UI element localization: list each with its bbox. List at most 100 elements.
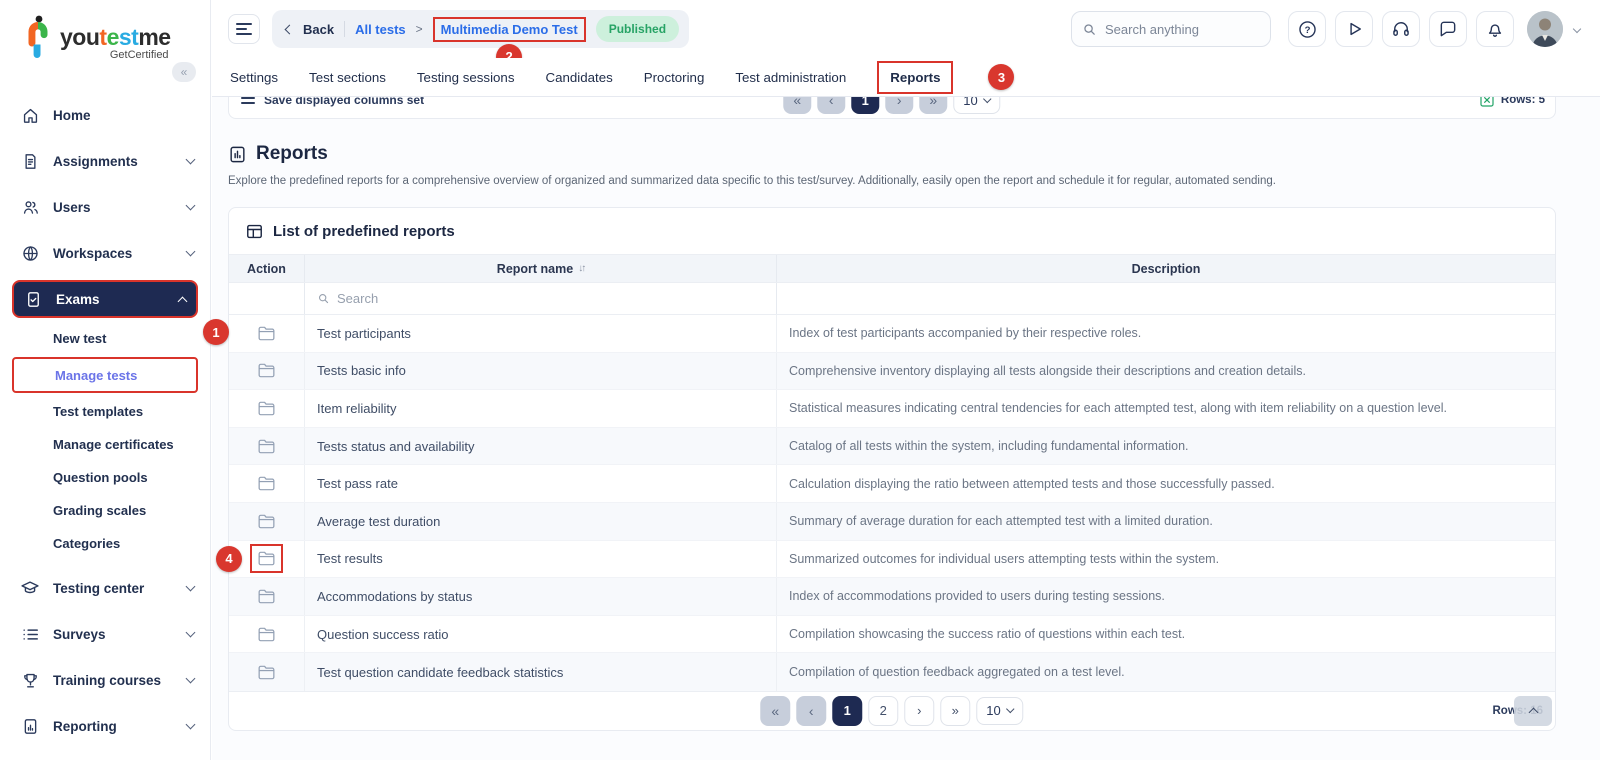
breadcrumb-current-test-link[interactable]: Multimedia Demo Test bbox=[441, 22, 578, 37]
assignments-icon bbox=[20, 151, 40, 171]
sidebar-item-testing-center[interactable]: Testing center bbox=[0, 565, 210, 611]
sidebar-item-question-pools[interactable]: Question pools bbox=[0, 461, 210, 494]
exam-icon bbox=[23, 289, 43, 309]
tab-label: Candidates bbox=[545, 70, 612, 85]
tab-settings[interactable]: Settings bbox=[230, 70, 278, 85]
table-row[interactable]: Test participants Index of test particip… bbox=[229, 315, 1555, 353]
annotation-step-3: 3 bbox=[988, 64, 1014, 90]
tab-proctoring[interactable]: Proctoring bbox=[644, 70, 705, 85]
table-row[interactable]: Test question candidate feedback statist… bbox=[229, 653, 1555, 691]
sidebar-item-categories[interactable]: Categories bbox=[0, 527, 210, 560]
save-columns-button[interactable]: Save displayed columns set bbox=[241, 97, 424, 107]
table-row[interactable]: Question success ratio Compilation showc… bbox=[229, 616, 1555, 654]
sidebar-item-surveys[interactable]: Surveys bbox=[0, 611, 210, 657]
open-report-button[interactable] bbox=[257, 513, 276, 530]
open-report-button[interactable] bbox=[257, 438, 276, 455]
search-input[interactable] bbox=[1105, 22, 1255, 37]
sidebar-item-exams[interactable]: Exams bbox=[12, 280, 198, 318]
sidebar-item-label: Exams bbox=[56, 292, 166, 307]
table-row[interactable]: Tests status and availability Catalog of… bbox=[229, 428, 1555, 466]
report-name: Item reliability bbox=[305, 390, 777, 427]
pagination-prev-button[interactable]: ‹ bbox=[817, 97, 845, 114]
divider bbox=[344, 21, 345, 37]
column-label: Report name bbox=[497, 262, 573, 276]
table-row-test-results[interactable]: 4 Test results Summarized outcomes for i… bbox=[229, 541, 1555, 579]
report-description: Compilation of question feedback aggrega… bbox=[777, 665, 1555, 679]
table-row[interactable]: Item reliability Statistical measures in… bbox=[229, 390, 1555, 428]
open-report-button[interactable]: 4 bbox=[250, 544, 283, 573]
open-report-button[interactable] bbox=[257, 362, 276, 379]
sidebar-item-training-courses[interactable]: Training courses bbox=[0, 657, 210, 703]
help-button[interactable]: ? bbox=[1288, 11, 1326, 47]
trophy-icon bbox=[20, 670, 40, 690]
tab-testing-sessions[interactable]: Testing sessions bbox=[417, 70, 515, 85]
table-header-row: Action Report name ↓↑ Description bbox=[229, 254, 1555, 283]
sidebar-collapse-button[interactable]: « bbox=[172, 62, 196, 82]
excel-export-icon[interactable] bbox=[1479, 97, 1495, 108]
open-report-button[interactable] bbox=[257, 400, 276, 417]
messages-button[interactable] bbox=[1429, 11, 1467, 47]
pagination-last-button[interactable]: » bbox=[940, 696, 970, 726]
pagination-page-1-button[interactable]: 1 bbox=[851, 97, 879, 114]
sidebar-item-home[interactable]: Home bbox=[0, 92, 210, 138]
scroll-to-top-button[interactable] bbox=[1514, 696, 1552, 726]
report-name-search-input[interactable] bbox=[337, 291, 537, 306]
sidebar-item-reporting[interactable]: Reporting bbox=[0, 703, 210, 749]
sidebar-item-users[interactable]: Users bbox=[0, 184, 210, 230]
sidebar-item-assignments[interactable]: Assignments bbox=[0, 138, 210, 184]
page-size-select[interactable]: 10 bbox=[953, 97, 1000, 114]
hamburger-menu-button[interactable] bbox=[228, 14, 260, 44]
help-icon: ? bbox=[1297, 19, 1318, 40]
avatar[interactable] bbox=[1527, 11, 1563, 47]
home-icon bbox=[20, 105, 40, 125]
chevron-down-icon bbox=[186, 674, 196, 684]
sort-icon[interactable]: ↓↑ bbox=[578, 263, 584, 274]
sidebar-item-grading-scales[interactable]: Grading scales bbox=[0, 494, 210, 527]
sidebar-item-test-templates[interactable]: Test templates bbox=[0, 395, 210, 428]
sidebar: youtestme GetCertified « Home Assignment… bbox=[0, 0, 211, 760]
tutorials-button[interactable] bbox=[1335, 11, 1373, 47]
report-name: Accommodations by status bbox=[305, 578, 777, 615]
breadcrumb-all-tests-link[interactable]: All tests bbox=[355, 22, 406, 37]
pagination-next-button[interactable]: › bbox=[885, 97, 913, 114]
support-button[interactable] bbox=[1382, 11, 1420, 47]
table-row[interactable]: Accommodations by status Index of accomm… bbox=[229, 578, 1555, 616]
pagination-page-1-button[interactable]: 1 bbox=[832, 696, 862, 726]
notifications-button[interactable] bbox=[1476, 11, 1514, 47]
sidebar-item-workspaces[interactable]: Workspaces bbox=[0, 230, 210, 276]
tab-test-sections[interactable]: Test sections bbox=[309, 70, 386, 85]
table-row[interactable]: Average test duration Summary of average… bbox=[229, 503, 1555, 541]
back-button[interactable]: Back bbox=[303, 22, 334, 37]
report-description: Summarized outcomes for individual users… bbox=[777, 552, 1555, 566]
sidebar-item-new-test[interactable]: New test bbox=[0, 322, 210, 355]
open-report-button[interactable] bbox=[257, 588, 276, 605]
pagination-page-2-button[interactable]: 2 bbox=[868, 696, 898, 726]
users-icon bbox=[20, 197, 40, 217]
sidebar-subitem-label: Manage certificates bbox=[53, 437, 174, 452]
tab-test-administration[interactable]: Test administration bbox=[735, 70, 846, 85]
sidebar-item-manage-certificates[interactable]: Manage certificates bbox=[0, 428, 210, 461]
pagination-first-button[interactable]: « bbox=[760, 696, 790, 726]
column-header-action[interactable]: Action bbox=[229, 255, 305, 282]
table-row[interactable]: Tests basic info Comprehensive inventory… bbox=[229, 353, 1555, 391]
sidebar-item-manage-tests[interactable]: Manage tests bbox=[12, 357, 198, 393]
avatar-chevron-icon[interactable] bbox=[1573, 25, 1581, 33]
pagination-first-button[interactable]: « bbox=[783, 97, 811, 114]
column-header-description[interactable]: Description bbox=[777, 255, 1555, 282]
global-search[interactable] bbox=[1071, 11, 1271, 47]
brand-part: e bbox=[107, 24, 119, 50]
open-report-button[interactable] bbox=[257, 325, 276, 342]
tab-candidates[interactable]: Candidates bbox=[545, 70, 612, 85]
table-row[interactable]: Test pass rate Calculation displaying th… bbox=[229, 465, 1555, 503]
chevron-up-icon bbox=[1528, 707, 1538, 717]
column-header-report-name[interactable]: Report name ↓↑ bbox=[305, 255, 777, 282]
open-report-button[interactable] bbox=[257, 475, 276, 492]
pagination-last-button[interactable]: » bbox=[919, 97, 947, 114]
open-report-button[interactable] bbox=[257, 626, 276, 643]
page-size-select[interactable]: 10 bbox=[976, 697, 1023, 725]
pagination-next-button[interactable]: › bbox=[904, 696, 934, 726]
tab-reports[interactable]: Reports bbox=[877, 61, 953, 94]
folder-icon bbox=[257, 400, 276, 417]
pagination-prev-button[interactable]: ‹ bbox=[796, 696, 826, 726]
open-report-button[interactable] bbox=[257, 664, 276, 681]
